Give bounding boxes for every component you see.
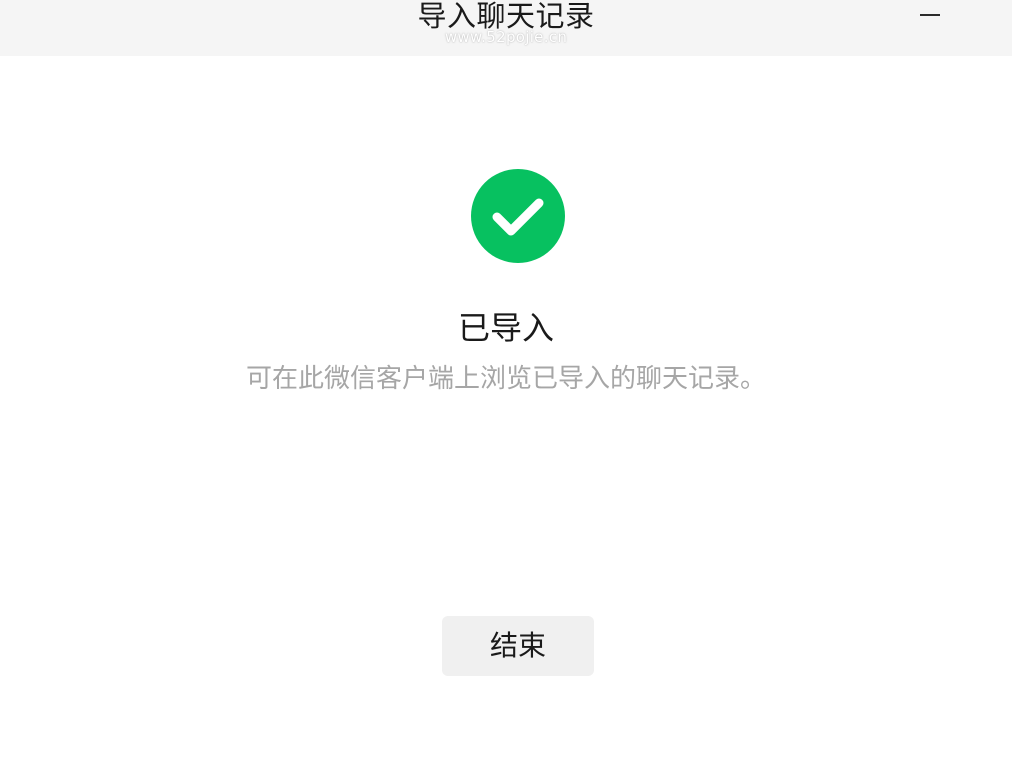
minimize-button[interactable] (914, 0, 946, 30)
status-title: 已导入 (457, 309, 554, 347)
check-circle-background (471, 169, 565, 263)
status-description: 可在此微信客户端上浏览已导入的聊天记录。 (245, 364, 766, 394)
watermark-text: www.52pojie.cn (444, 28, 568, 46)
title-bar: 导入聊天记录 www.52pojie.cn (0, 0, 1012, 56)
minimize-icon (920, 14, 940, 16)
import-chat-history-window: 导入聊天记录 www.52pojie.cn 已导入 可在此微信客户端上浏览已导入… (0, 0, 1012, 784)
finish-button[interactable]: 结束 (442, 616, 594, 676)
check-circle-icon (471, 169, 565, 263)
